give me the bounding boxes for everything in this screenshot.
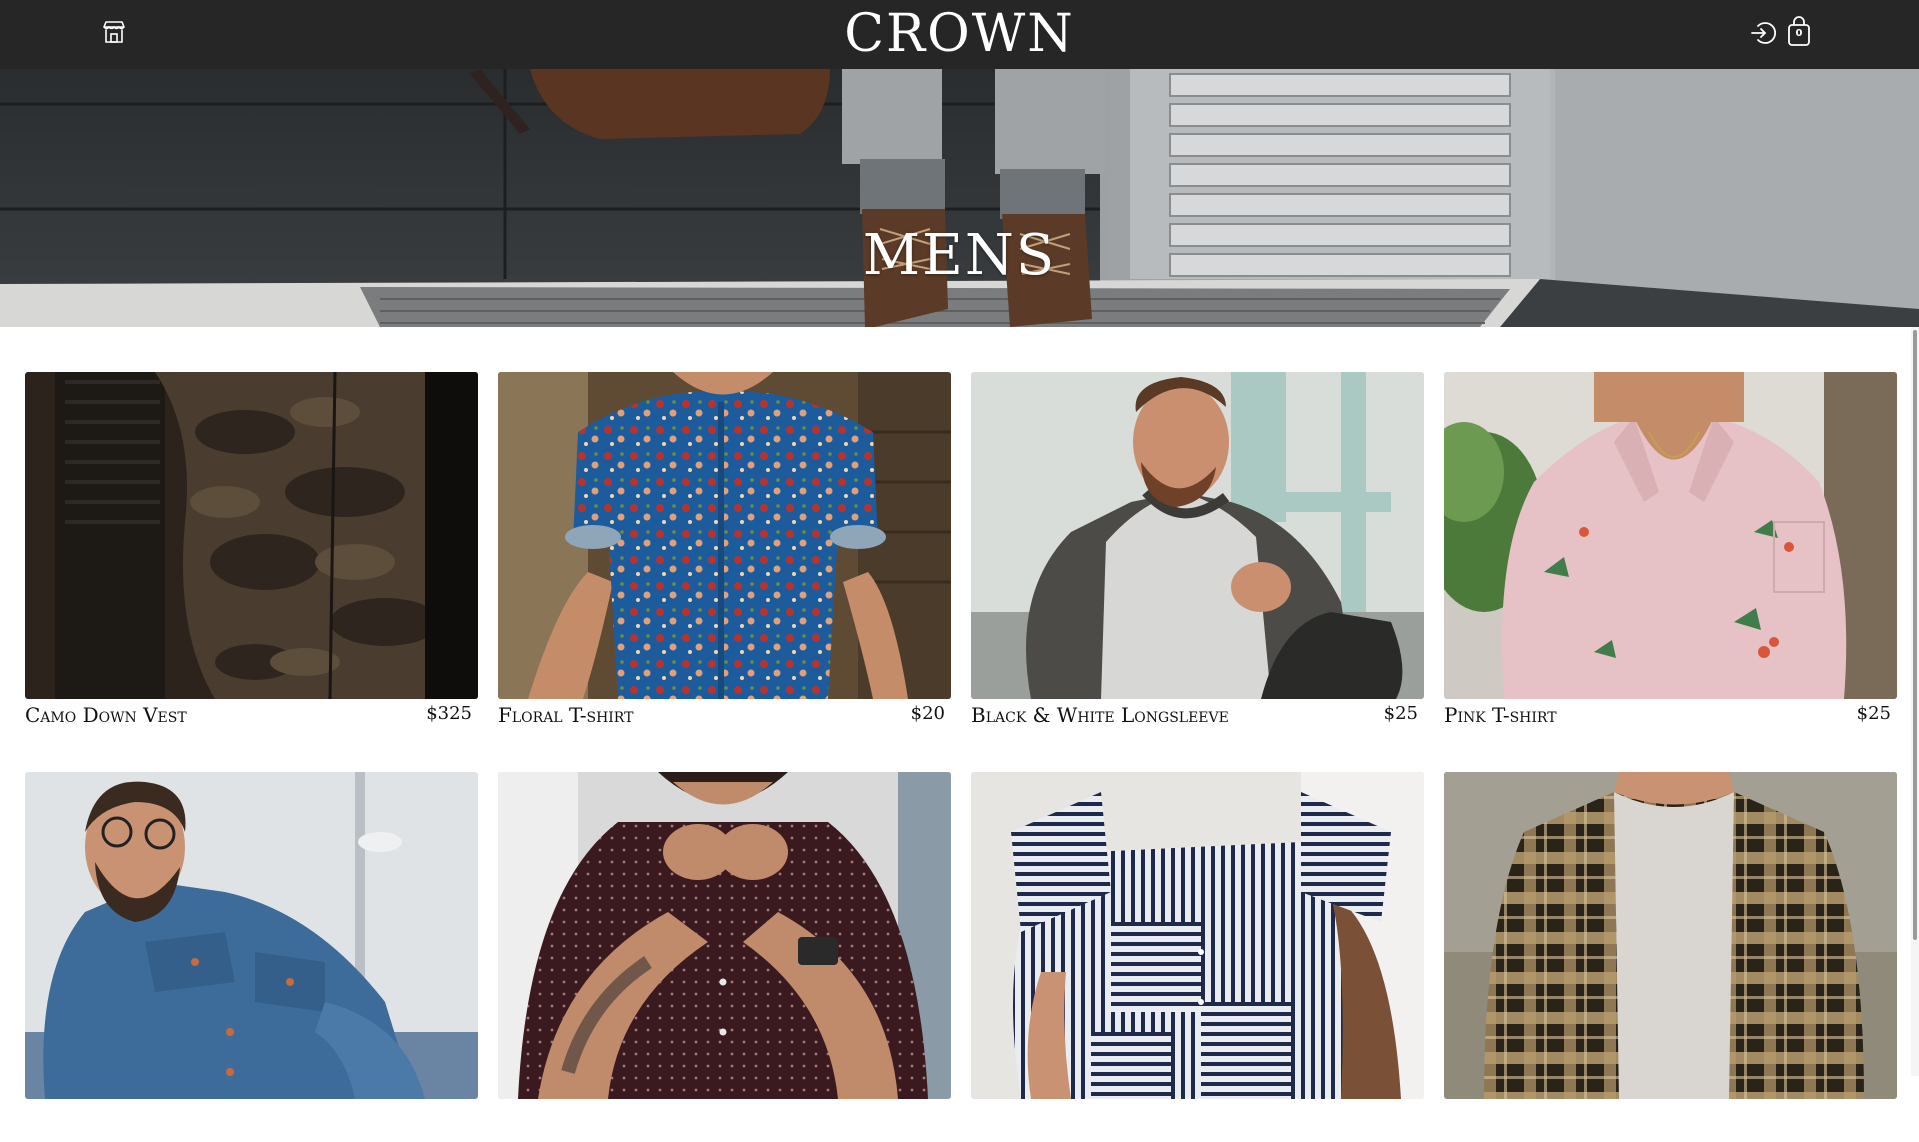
- top-navbar: CROWN 0: [0, 0, 1919, 69]
- product-card[interactable]: Black & White Longsleeve $25: [971, 372, 1424, 742]
- product-card[interactable]: [498, 772, 951, 1142]
- hero-banner: MENS: [0, 69, 1919, 327]
- product-image[interactable]: [1444, 772, 1897, 1099]
- product-image[interactable]: [1444, 372, 1897, 699]
- product-name[interactable]: Pink T-shirt: [1444, 703, 1557, 727]
- cart-count: 0: [1795, 28, 1803, 39]
- hero-image: [0, 69, 1919, 327]
- page-scrollbar-thumb[interactable]: [1913, 330, 1917, 940]
- product-image[interactable]: [498, 772, 951, 1099]
- product-card[interactable]: [25, 772, 478, 1142]
- product-name[interactable]: Camo Down Vest: [25, 703, 187, 727]
- product-price: $25: [1856, 703, 1891, 724]
- product-image[interactable]: [971, 772, 1424, 1099]
- product-card[interactable]: [1444, 772, 1897, 1142]
- product-name[interactable]: Floral T-shirt: [498, 703, 633, 727]
- category-title: MENS: [862, 223, 1057, 288]
- product-image[interactable]: [25, 772, 478, 1099]
- product-price: $325: [426, 703, 472, 724]
- product-card[interactable]: Pink T-shirt $25: [1444, 372, 1897, 742]
- product-image[interactable]: [25, 372, 478, 699]
- site-logo[interactable]: CROWN: [0, 4, 1919, 64]
- product-name[interactable]: Black & White Longsleeve: [971, 703, 1229, 727]
- product-card[interactable]: Floral T-shirt $20: [498, 372, 951, 742]
- product-card[interactable]: Camo Down Vest $325: [25, 372, 478, 742]
- product-image[interactable]: [498, 372, 951, 699]
- product-price: $25: [1383, 703, 1418, 724]
- shopping-bag-icon[interactable]: 0: [1784, 15, 1814, 47]
- product-image[interactable]: [971, 372, 1424, 699]
- product-card[interactable]: [971, 772, 1424, 1142]
- sign-in-icon[interactable]: [1749, 19, 1777, 47]
- product-price: $20: [910, 703, 945, 724]
